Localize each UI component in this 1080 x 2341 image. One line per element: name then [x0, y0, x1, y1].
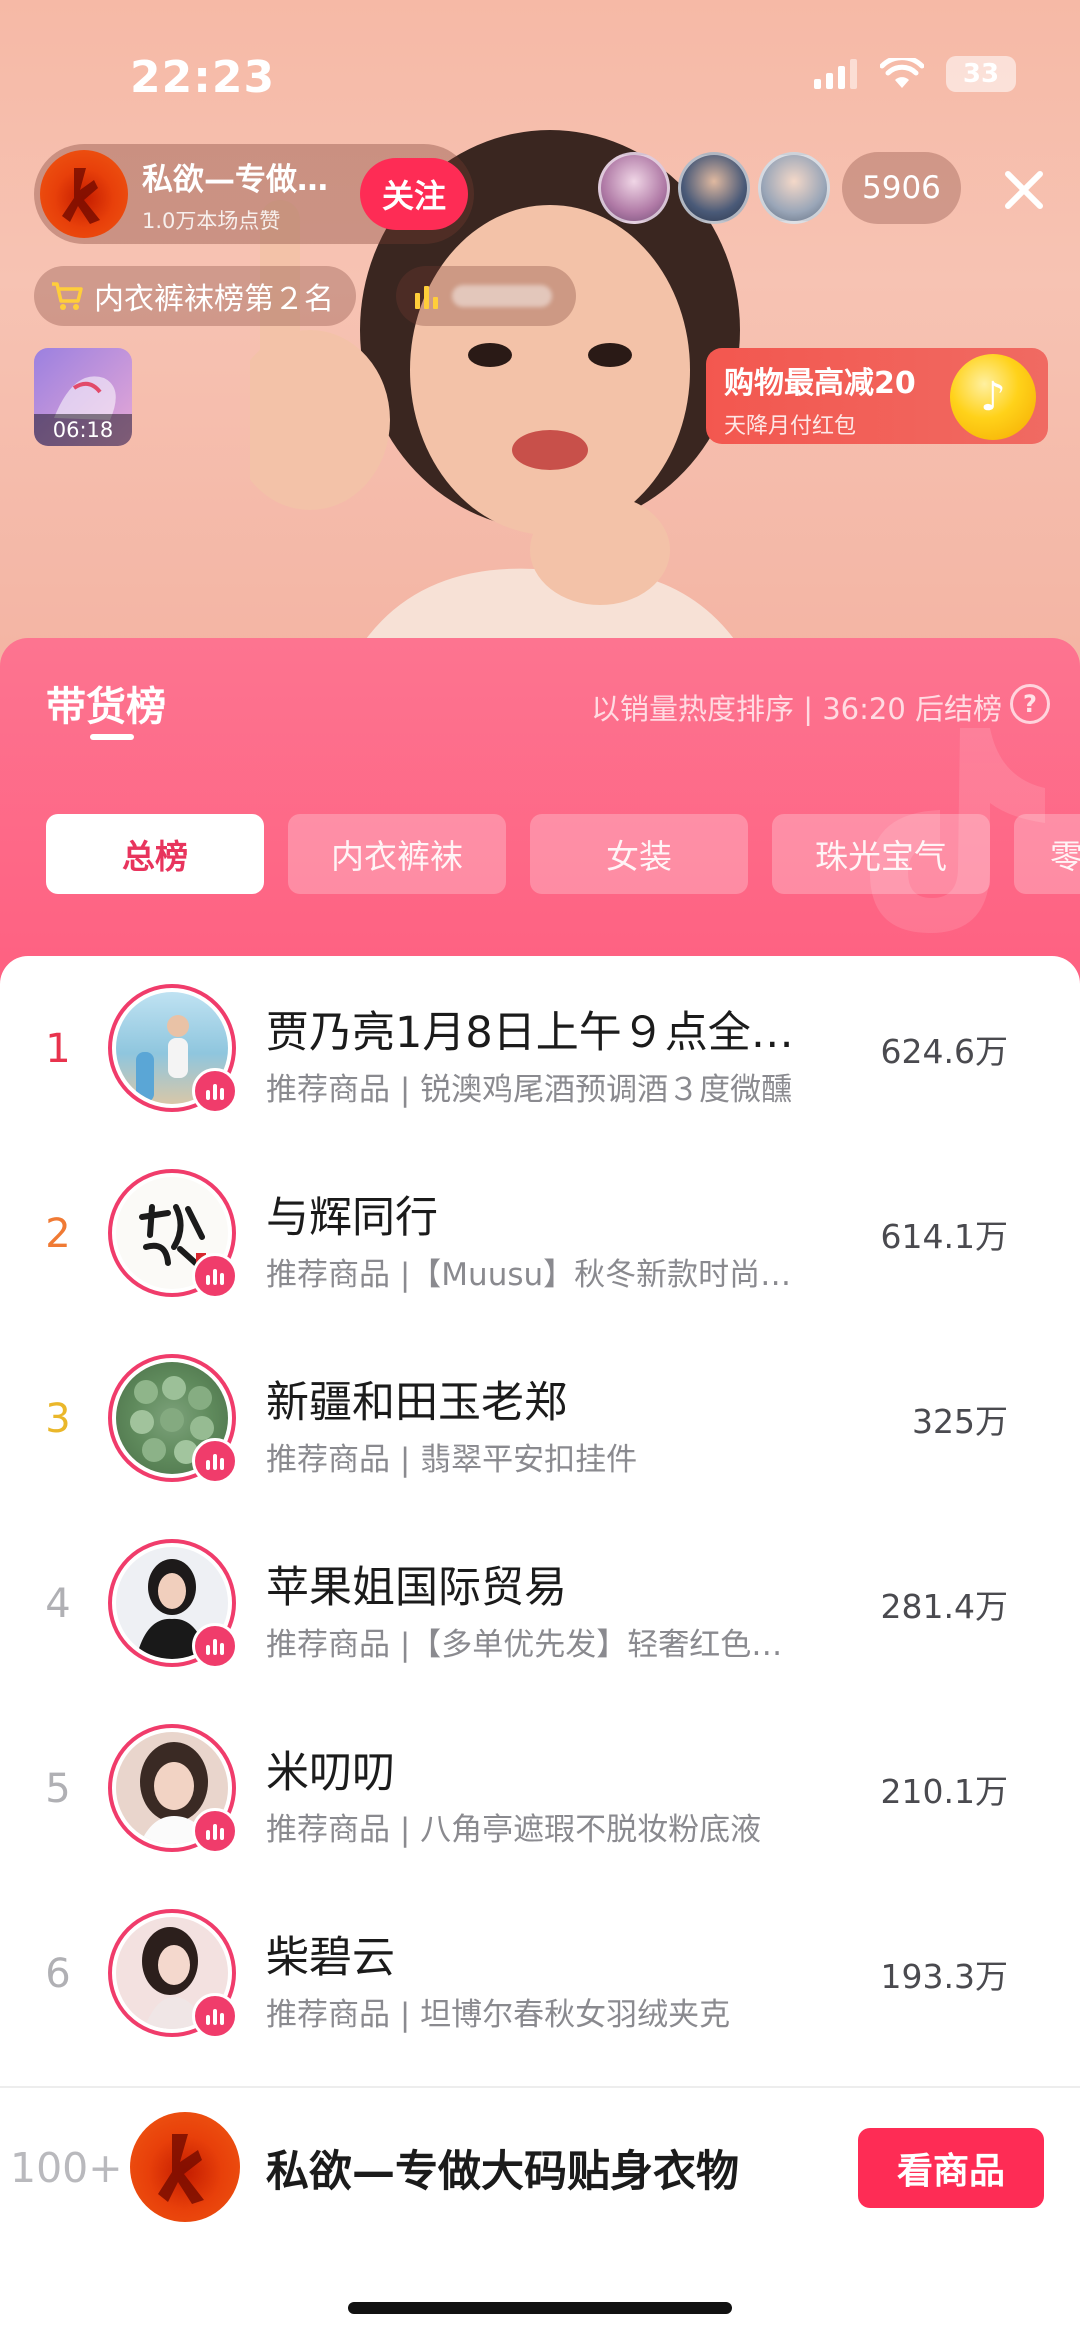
bar-chart-icon: [415, 286, 438, 309]
streamer-avatar[interactable]: [108, 984, 238, 1114]
rank-number: 1: [45, 1025, 71, 1072]
panel-title-underline: [90, 734, 134, 740]
wifi-icon: [880, 58, 924, 88]
close-icon[interactable]: [996, 162, 1052, 218]
ranking-list: 1 贾乃亮1月8日上午９点全… 推荐商品 | 锐澳鸡尾酒预调酒３度微醺 624.…: [0, 956, 1080, 2066]
sales-value: 624.6万: [880, 1031, 1008, 1071]
tab-womens-clothing[interactable]: 女装: [530, 814, 748, 894]
panel-meta: 以销量热度排序 | 36:20 后结榜: [591, 692, 1002, 726]
brand-logo-icon: [62, 168, 100, 224]
own-store-name: 私欲—专做大码贴身衣物: [266, 2147, 739, 2197]
sales-value: 614.1万: [880, 1216, 1008, 1256]
viewer-avatar[interactable]: [598, 152, 670, 224]
ranking-row[interactable]: 3 新疆和田玉老郑 推荐商品 | 翡翠平安扣挂件 325万: [0, 1326, 1080, 1511]
brand-logo-icon: [158, 2134, 204, 2204]
streamer-name: 贾乃亮1月8日上午９点全…: [266, 1008, 794, 1058]
shopping-cart-icon: [52, 282, 83, 310]
streamer-avatar[interactable]: [108, 1724, 238, 1854]
status-icons: 33: [814, 56, 1016, 92]
signal-icon: [814, 59, 857, 89]
ranking-row[interactable]: 2 与辉同行 推荐商品 |【Muusu】秋冬新款时尚… 614.1万: [0, 1141, 1080, 1326]
live-status-icon: [192, 1623, 238, 1669]
ranking-row[interactable]: 6 柴碧云 推荐商品 | 坦博尔春秋女羽绒夹克 193.3万: [0, 1881, 1080, 2066]
rank-number: 4: [45, 1580, 71, 1627]
streamer-name: 与辉同行: [266, 1193, 438, 1243]
category-rank-chip[interactable]: 内衣裤袜榜第２名: [34, 266, 356, 326]
category-rank-label: 内衣裤袜榜第２名: [94, 282, 334, 317]
anchor-name: 私欲—专做…: [142, 161, 328, 198]
ranking-row[interactable]: 5 米叨叨 推荐商品 | 八角亭遮瑕不脱妆粉底液 210.1万: [0, 1696, 1080, 1881]
follow-button[interactable]: 关注: [360, 158, 468, 230]
own-rank-number: 100+: [10, 2144, 123, 2192]
blurred-text: [452, 285, 552, 307]
streamer-name: 新疆和田玉老郑: [266, 1378, 567, 1428]
viewer-count[interactable]: 5906: [842, 152, 961, 224]
own-avatar[interactable]: [130, 2112, 240, 2222]
sales-value: 193.3万: [880, 1956, 1008, 1996]
panel-title[interactable]: 带货榜: [46, 674, 166, 732]
rank-number: 5: [45, 1765, 71, 1812]
coupon-banner[interactable]: 购物最高减20 天降月付红包 ♪: [706, 348, 1048, 444]
streamer-name: 苹果姐国际贸易: [266, 1563, 567, 1613]
live-status-icon: [192, 1808, 238, 1854]
sales-value: 210.1万: [880, 1771, 1008, 1811]
music-coin-icon: ♪: [950, 354, 1036, 440]
recommended-product: 推荐商品 | 翡翠平安扣挂件: [266, 1442, 638, 1478]
view-products-button[interactable]: 看商品: [858, 2128, 1044, 2208]
replay-thumbnail[interactable]: 06:18: [34, 348, 132, 446]
replay-time: 06:18: [34, 414, 132, 446]
streamer-avatar[interactable]: [108, 1169, 238, 1299]
streamer-name: 米叨叨: [266, 1748, 395, 1798]
tab-overall[interactable]: 总榜: [46, 814, 264, 894]
tab-jewelry[interactable]: 珠光宝气: [772, 814, 990, 894]
streamer-avatar[interactable]: [108, 1539, 238, 1669]
recommended-product: 推荐商品 |【多单优先发】轻奢红色…: [266, 1627, 783, 1663]
recommended-product: 推荐商品 | 八角亭遮瑕不脱妆粉底液: [266, 1812, 762, 1848]
live-status-icon: [192, 1068, 238, 1114]
sales-value: 281.4万: [880, 1586, 1008, 1626]
viewer-list[interactable]: 5906: [598, 152, 961, 224]
recommended-product: 推荐商品 | 坦博尔春秋女羽绒夹克: [266, 1997, 731, 2033]
anchor-likes: 1.0万本场点赞: [142, 208, 281, 233]
recommended-product: 推荐商品 | 锐澳鸡尾酒预调酒３度微醺: [266, 1072, 793, 1108]
tab-more[interactable]: 零: [1014, 814, 1080, 894]
streamer-avatar[interactable]: [108, 1909, 238, 2039]
ranking-row[interactable]: 4 苹果姐国际贸易 推荐商品 |【多单优先发】轻奢红色… 281.4万: [0, 1511, 1080, 1696]
sales-value: 325万: [912, 1401, 1008, 1441]
battery-indicator: 33: [946, 56, 1016, 92]
home-indicator[interactable]: [348, 2302, 732, 2314]
streamer-name: 柴碧云: [266, 1933, 395, 1983]
live-status-icon: [192, 1438, 238, 1484]
recommended-product: 推荐商品 |【Muusu】秋冬新款时尚…: [266, 1257, 792, 1293]
category-tabs: 总榜 内衣裤袜 女装 珠光宝气 零: [46, 814, 1080, 894]
anchor-avatar[interactable]: [40, 150, 128, 238]
viewer-avatar[interactable]: [678, 152, 750, 224]
status-time: 22:23: [130, 52, 276, 103]
help-icon[interactable]: ?: [1010, 684, 1050, 724]
ranking-row[interactable]: 1 贾乃亮1月8日上午９点全… 推荐商品 | 锐澳鸡尾酒预调酒３度微醺 624.…: [0, 956, 1080, 1141]
viewer-avatar[interactable]: [758, 152, 830, 224]
anchor-info[interactable]: 私欲—专做… 1.0万本场点赞 关注: [34, 144, 474, 244]
rank-number: 3: [45, 1395, 71, 1442]
rank-number: 6: [45, 1950, 71, 1997]
live-status-icon: [192, 1993, 238, 2039]
own-rank-bar: 100+ 私欲—专做大码贴身衣物 看商品: [0, 2086, 1080, 2246]
streamer-avatar[interactable]: [108, 1354, 238, 1484]
tab-underwear[interactable]: 内衣裤袜: [288, 814, 506, 894]
popularity-chip[interactable]: [396, 266, 576, 326]
live-status-icon: [192, 1253, 238, 1299]
rank-number: 2: [45, 1210, 71, 1257]
